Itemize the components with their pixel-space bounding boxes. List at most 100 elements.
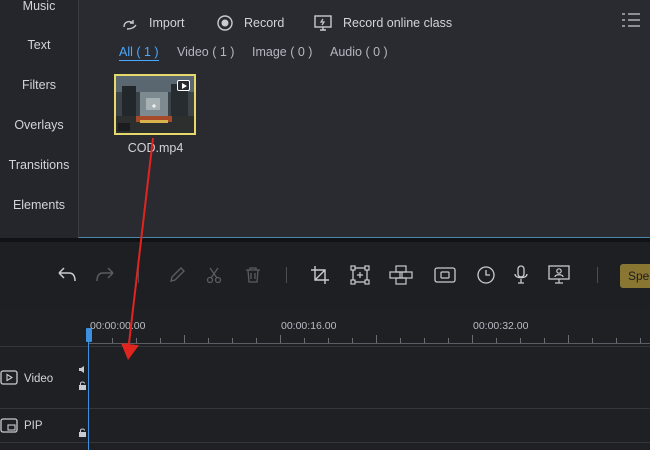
ruler-tick bbox=[136, 338, 137, 343]
voiceover-button[interactable] bbox=[508, 262, 534, 288]
cut-button[interactable] bbox=[201, 262, 227, 288]
screen-record-button[interactable] bbox=[546, 262, 572, 288]
crop-icon bbox=[311, 266, 329, 284]
toolbar-separator bbox=[286, 267, 287, 283]
tab-audio[interactable]: Audio ( 0 ) bbox=[330, 45, 388, 59]
video-track-header: Video bbox=[0, 347, 88, 408]
mosaic-icon bbox=[389, 265, 413, 285]
zoom-crop-button[interactable] bbox=[347, 262, 373, 288]
import-button[interactable]: Import bbox=[121, 12, 184, 34]
pip-track-header: PIP bbox=[0, 409, 88, 442]
ruler-tick bbox=[208, 338, 209, 343]
video-track-label: Video bbox=[24, 373, 54, 385]
edit-button[interactable] bbox=[164, 262, 190, 288]
redo-icon bbox=[96, 267, 114, 282]
video-track-lane[interactable] bbox=[89, 347, 650, 408]
list-view-icon bbox=[622, 13, 640, 27]
ruler-tick bbox=[592, 338, 593, 343]
ruler-tick bbox=[424, 338, 425, 343]
ruler-tick bbox=[280, 335, 281, 343]
duration-button[interactable] bbox=[473, 262, 499, 288]
time-ruler[interactable]: 00:00:00.00 00:00:16.00 00:00:32.00 bbox=[88, 310, 650, 346]
sidebar-item-overlays[interactable]: Overlays bbox=[0, 118, 78, 132]
ruler-tick bbox=[232, 338, 233, 343]
pip-track-icon bbox=[0, 418, 18, 433]
trash-icon bbox=[246, 267, 260, 283]
media-file-name: COD.mp4 bbox=[127, 141, 184, 155]
list-view-button[interactable] bbox=[622, 13, 640, 32]
video-track-icon bbox=[0, 370, 18, 385]
ruler-tick bbox=[520, 338, 521, 343]
lock-icon[interactable] bbox=[78, 428, 87, 437]
freeze-frame-button[interactable] bbox=[432, 262, 458, 288]
lock-icon[interactable] bbox=[78, 381, 87, 390]
ruler-tick bbox=[544, 338, 545, 343]
undo-button[interactable] bbox=[54, 262, 80, 288]
ruler-tick bbox=[328, 338, 329, 343]
import-icon bbox=[123, 20, 137, 30]
speed-button[interactable]: Spe bbox=[620, 264, 650, 288]
ruler-tick bbox=[304, 338, 305, 343]
toolbar-separator bbox=[138, 267, 139, 283]
sidebar-item-elements[interactable]: Elements bbox=[0, 198, 78, 212]
ruler-tick bbox=[496, 338, 497, 343]
ruler-tick bbox=[472, 335, 473, 343]
edit-toolbar: Spe bbox=[0, 242, 650, 310]
ruler-tick bbox=[256, 338, 257, 343]
ruler-tick bbox=[640, 338, 641, 343]
mosaic-button[interactable] bbox=[388, 262, 414, 288]
sidebar-item-filters[interactable]: Filters bbox=[0, 78, 78, 92]
speaker-icon[interactable] bbox=[78, 365, 87, 374]
tab-video[interactable]: Video ( 1 ) bbox=[177, 45, 234, 59]
ruler-tick bbox=[184, 335, 185, 343]
tab-image[interactable]: Image ( 0 ) bbox=[252, 45, 312, 59]
media-thumbnail-cod[interactable] bbox=[114, 74, 196, 135]
next-track bbox=[0, 442, 650, 450]
ruler-tick bbox=[616, 338, 617, 343]
record-online-class-button[interactable]: Record online class bbox=[313, 12, 452, 34]
record-icon bbox=[217, 15, 233, 31]
ruler-line bbox=[88, 343, 650, 344]
frame-icon bbox=[350, 265, 370, 285]
delete-button[interactable] bbox=[240, 262, 266, 288]
sidebar-item-text[interactable]: Text bbox=[0, 38, 78, 52]
pip-track-label: PIP bbox=[24, 420, 43, 432]
ruler-tick bbox=[568, 335, 569, 343]
media-library-panel: Import Record Record online class All ( … bbox=[78, 0, 650, 238]
ruler-tick bbox=[376, 335, 377, 343]
crop-button[interactable] bbox=[307, 262, 333, 288]
ruler-tick bbox=[400, 338, 401, 343]
time-label-0: 00:00:00.00 bbox=[90, 320, 146, 332]
freeze-frame-icon bbox=[434, 267, 456, 283]
video-type-icon bbox=[177, 80, 190, 91]
time-label-16: 00:00:16.00 bbox=[281, 320, 337, 332]
monitor-record-icon bbox=[314, 15, 332, 31]
pip-track: PIP bbox=[0, 408, 650, 442]
clock-icon bbox=[477, 266, 495, 284]
pip-track-lane[interactable] bbox=[89, 409, 650, 442]
undo-icon bbox=[58, 267, 76, 282]
playhead-line bbox=[88, 328, 89, 450]
record-button[interactable]: Record bbox=[216, 12, 284, 34]
sidebar-item-music[interactable]: Music bbox=[0, 0, 78, 13]
scissors-icon bbox=[206, 267, 222, 284]
video-track: Video bbox=[0, 346, 650, 408]
microphone-icon bbox=[514, 265, 528, 284]
left-sidebar: Music Text Filters Overlays Transitions … bbox=[0, 0, 78, 238]
import-label: Import bbox=[149, 16, 185, 30]
tab-all[interactable]: All ( 1 ) bbox=[119, 45, 159, 61]
ruler-tick bbox=[160, 338, 161, 343]
timeline: 00:00:00.00 00:00:16.00 00:00:32.00 Vide… bbox=[0, 310, 650, 450]
redo-button[interactable] bbox=[92, 262, 118, 288]
playhead-handle[interactable] bbox=[86, 328, 92, 342]
ruler-tick bbox=[352, 338, 353, 343]
ruler-tick bbox=[112, 338, 113, 343]
time-label-32: 00:00:32.00 bbox=[473, 320, 529, 332]
presenter-icon bbox=[548, 265, 570, 284]
pencil-icon bbox=[170, 267, 185, 282]
sidebar-item-transitions[interactable]: Transitions bbox=[0, 158, 78, 172]
record-online-class-label: Record online class bbox=[343, 16, 453, 30]
ruler-tick bbox=[448, 338, 449, 343]
record-label: Record bbox=[244, 16, 285, 30]
toolbar-separator bbox=[597, 267, 598, 283]
